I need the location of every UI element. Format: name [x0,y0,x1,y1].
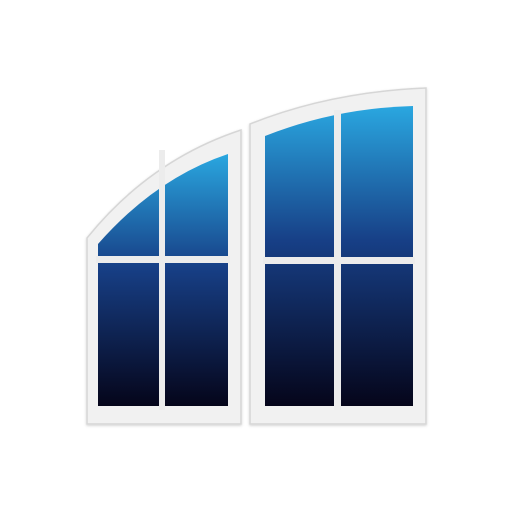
right-window [249,87,427,425]
arched-window-icon [86,87,427,425]
left-window-vertical-mullion [159,150,165,410]
left-window [86,128,242,425]
left-window-horizontal-mullion [96,256,230,263]
right-window-horizontal-mullion [263,257,415,264]
window-icon-stage [0,0,512,512]
